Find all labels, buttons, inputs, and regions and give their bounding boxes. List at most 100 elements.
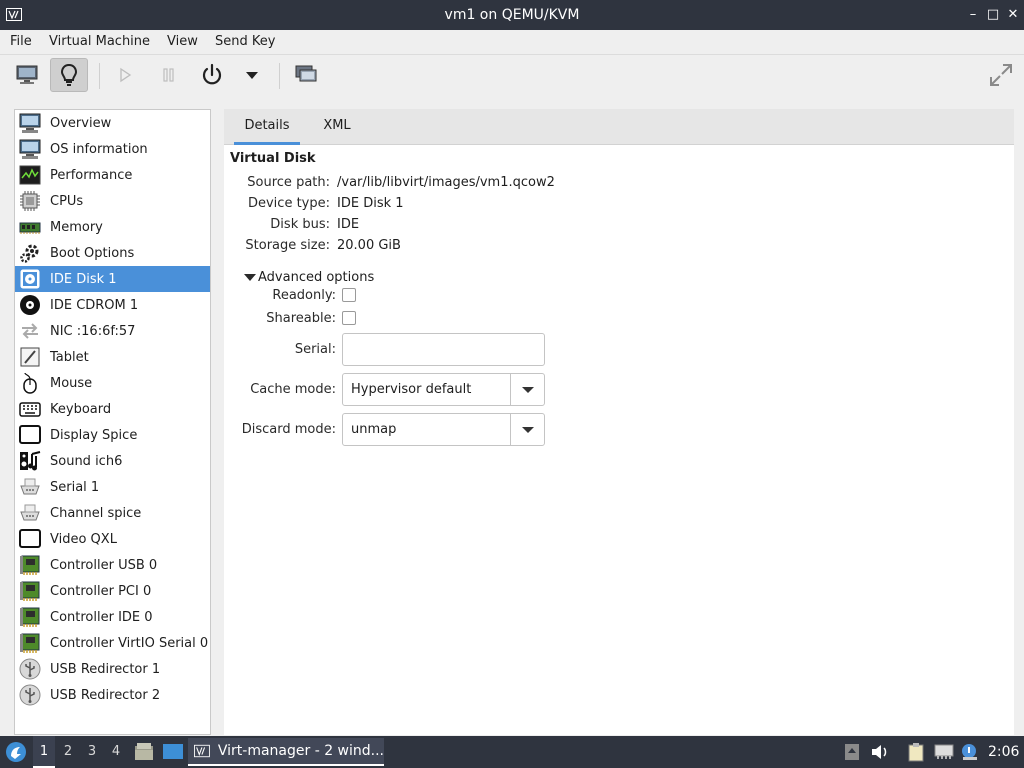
controller-icon bbox=[18, 579, 42, 603]
cache-mode-label: Cache mode: bbox=[250, 382, 336, 397]
display-icon bbox=[18, 527, 42, 551]
menu-virtual-machine[interactable]: Virtual Machine bbox=[49, 30, 150, 54]
readonly-checkbox[interactable] bbox=[342, 288, 356, 302]
sidebar-item-sound-ich6[interactable]: Sound ich6 bbox=[15, 448, 210, 474]
sidebar-item-controller-ide-0[interactable]: Controller IDE 0 bbox=[15, 604, 210, 630]
monitor-icon bbox=[16, 65, 38, 84]
sidebar-item-cpus[interactable]: CPUs bbox=[15, 188, 210, 214]
advanced-options-label: Advanced options bbox=[258, 270, 375, 285]
shutdown-button[interactable] bbox=[193, 58, 231, 92]
workspace-3[interactable]: 3 bbox=[81, 736, 103, 768]
cpu-icon bbox=[18, 189, 42, 213]
controller-icon bbox=[18, 631, 42, 655]
workspace-1[interactable]: 1 bbox=[33, 736, 55, 768]
device-type-value: IDE Disk 1 bbox=[337, 196, 404, 211]
controller-icon bbox=[18, 553, 42, 577]
play-icon bbox=[120, 67, 132, 83]
tab-details[interactable]: Details bbox=[234, 109, 300, 145]
memory-icon bbox=[18, 215, 42, 239]
sidebar-item-nic[interactable]: NIC :16:6f:57 bbox=[15, 318, 210, 344]
task-label: Virt-manager - 2 wind... bbox=[217, 743, 384, 759]
pause-icon bbox=[163, 68, 174, 82]
shutdown-menu-button[interactable] bbox=[234, 58, 270, 92]
storage-size-value: 20.00 GiB bbox=[337, 238, 401, 253]
controller-icon bbox=[18, 605, 42, 629]
cache-mode-select[interactable]: Hypervisor default bbox=[342, 373, 545, 406]
disk-bus-value: IDE bbox=[337, 217, 360, 232]
start-menu-icon[interactable] bbox=[5, 741, 27, 763]
sidebar-item-performance[interactable]: Performance bbox=[15, 162, 210, 188]
hardware-list: Overview OS information Performance CPUs… bbox=[14, 109, 211, 735]
taskbar: 1 2 3 4 Virt-manager - 2 wind... 2:06 bbox=[0, 736, 1024, 768]
workspace-2[interactable]: 2 bbox=[57, 736, 79, 768]
advanced-options-expander[interactable]: Advanced options bbox=[244, 270, 374, 285]
discard-mode-select[interactable]: unmap bbox=[342, 413, 545, 446]
close-button[interactable]: ✕ bbox=[1004, 5, 1022, 25]
sidebar-item-mouse[interactable]: Mouse bbox=[15, 370, 210, 396]
menu-view[interactable]: View bbox=[167, 30, 198, 54]
sound-icon bbox=[18, 449, 42, 473]
notification-icon[interactable] bbox=[960, 742, 980, 762]
minimize-button[interactable]: – bbox=[964, 5, 982, 25]
sidebar-item-os-information[interactable]: OS information bbox=[15, 136, 210, 162]
taskbar-task-virt-manager[interactable]: Virt-manager - 2 wind... bbox=[188, 738, 384, 766]
maximize-button[interactable]: □ bbox=[984, 5, 1002, 25]
fullscreen-icon bbox=[990, 64, 1012, 86]
network-tray-icon[interactable] bbox=[934, 742, 954, 762]
sidebar-item-ide-disk-1[interactable]: IDE Disk 1 bbox=[15, 266, 210, 292]
sidebar-item-channel-spice[interactable]: Channel spice bbox=[15, 500, 210, 526]
computer-icon bbox=[18, 137, 42, 161]
sidebar-item-controller-pci-0[interactable]: Controller PCI 0 bbox=[15, 578, 210, 604]
tab-bar: Details XML bbox=[224, 109, 1014, 145]
serial-icon bbox=[18, 501, 42, 525]
sidebar-item-ide-cdrom-1[interactable]: IDE CDROM 1 bbox=[15, 292, 210, 318]
menu-file[interactable]: File bbox=[10, 30, 32, 54]
sidebar-item-controller-virtio-serial-0[interactable]: Controller VirtIO Serial 0 bbox=[15, 630, 210, 656]
shareable-checkbox[interactable] bbox=[342, 311, 356, 325]
power-icon bbox=[202, 63, 222, 85]
sidebar-item-controller-usb-0[interactable]: Controller USB 0 bbox=[15, 552, 210, 578]
tablet-icon bbox=[18, 345, 42, 369]
serial-input[interactable] bbox=[342, 333, 545, 366]
shareable-label: Shareable: bbox=[266, 311, 336, 326]
virt-manager-app-icon bbox=[194, 744, 210, 758]
chevron-down-icon[interactable] bbox=[510, 374, 544, 405]
sidebar-item-memory[interactable]: Memory bbox=[15, 214, 210, 240]
gear-icon bbox=[18, 241, 42, 265]
chevron-down-icon[interactable] bbox=[510, 414, 544, 445]
sidebar-item-usb-redirector-2[interactable]: USB Redirector 2 bbox=[15, 682, 210, 708]
source-path-value: /var/lib/libvirt/images/vm1.qcow2 bbox=[337, 175, 555, 190]
pause-button[interactable] bbox=[150, 58, 188, 92]
tray-up-arrow-icon[interactable] bbox=[842, 742, 862, 762]
workspace-4[interactable]: 4 bbox=[105, 736, 127, 768]
menu-send-key[interactable]: Send Key bbox=[215, 30, 275, 54]
sidebar-item-serial-1[interactable]: Serial 1 bbox=[15, 474, 210, 500]
sidebar-item-overview[interactable]: Overview bbox=[15, 110, 210, 136]
sidebar-item-display-spice[interactable]: Display Spice bbox=[15, 422, 210, 448]
dropdown-icon bbox=[246, 72, 258, 79]
sidebar-item-keyboard[interactable]: Keyboard bbox=[15, 396, 210, 422]
show-details-button[interactable] bbox=[50, 58, 88, 92]
clipboard-icon[interactable] bbox=[906, 742, 926, 762]
tab-xml[interactable]: XML bbox=[312, 109, 362, 145]
clock: 2:06 bbox=[988, 744, 1020, 760]
fullscreen-button[interactable] bbox=[982, 58, 1020, 92]
sidebar-item-usb-redirector-1[interactable]: USB Redirector 1 bbox=[15, 656, 210, 682]
show-desktop-icon[interactable] bbox=[162, 742, 184, 762]
sidebar-item-boot-options[interactable]: Boot Options bbox=[15, 240, 210, 266]
menu-bar: File Virtual Machine View Send Key bbox=[0, 30, 1024, 55]
sidebar-item-tablet[interactable]: Tablet bbox=[15, 344, 210, 370]
snapshots-icon bbox=[295, 65, 317, 82]
snapshots-button[interactable] bbox=[287, 58, 325, 92]
sidebar-item-video-qxl[interactable]: Video QXL bbox=[15, 526, 210, 552]
computer-icon bbox=[18, 111, 42, 135]
show-console-button[interactable] bbox=[8, 58, 46, 92]
network-icon bbox=[18, 319, 42, 343]
volume-icon[interactable] bbox=[870, 742, 890, 762]
lightbulb-icon bbox=[60, 63, 78, 86]
source-path-label: Source path: bbox=[247, 175, 330, 190]
readonly-label: Readonly: bbox=[272, 288, 336, 303]
cache-mode-value: Hypervisor default bbox=[351, 382, 472, 397]
run-button[interactable] bbox=[106, 58, 144, 92]
file-manager-icon[interactable] bbox=[134, 742, 154, 762]
